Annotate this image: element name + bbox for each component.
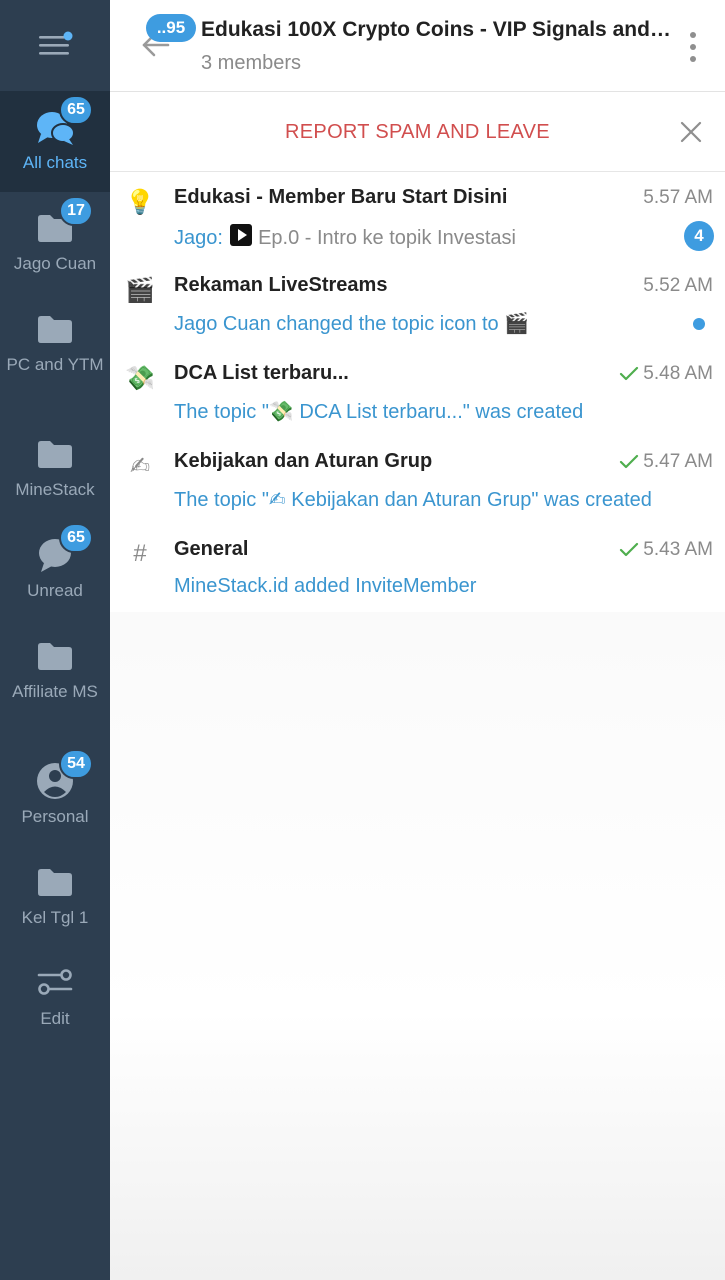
back-unread-badge[interactable]: ..95 bbox=[146, 14, 196, 42]
more-vertical-icon bbox=[690, 32, 696, 38]
folder-all-chats[interactable]: 65 All chats bbox=[0, 91, 110, 192]
topic-name: Kebijakan dan Aturan Grup bbox=[174, 450, 433, 472]
money-wings-icon: 💸 bbox=[125, 364, 155, 392]
topic-unread-badge: 4 bbox=[684, 221, 714, 251]
sliders-icon bbox=[37, 969, 73, 995]
folder-icon bbox=[38, 316, 72, 343]
topic-name: DCA List terbaru... bbox=[174, 362, 349, 384]
message-preview: Ep.0 - Intro ke topik Investasi bbox=[258, 227, 516, 249]
folder-icon bbox=[38, 643, 72, 670]
message-preview: MineStack.id added InviteMember bbox=[174, 575, 477, 597]
message-preview: The topic "✍ Kebijakan dan Aturan Grup" … bbox=[174, 489, 652, 511]
folder-label: MineStack bbox=[15, 480, 95, 499]
folder-label: Affiliate MS bbox=[12, 682, 98, 701]
writing-hand-icon: ✍ bbox=[129, 452, 151, 480]
message-preview: Jago Cuan changed the topic icon to 🎬 bbox=[174, 313, 530, 335]
folder-jago-cuan[interactable]: 17 Jago Cuan bbox=[0, 192, 110, 293]
member-count: 3 members bbox=[201, 52, 302, 74]
folder-label: Unread bbox=[27, 581, 83, 600]
video-play-icon bbox=[229, 224, 252, 246]
lightbulb-icon: 💡 bbox=[125, 188, 155, 216]
topic-time: 5.47 AM bbox=[643, 451, 713, 472]
topic-name: Edukasi - Member Baru Start Disini bbox=[174, 186, 508, 208]
checkmark-icon bbox=[620, 542, 639, 557]
main-menu-button[interactable] bbox=[0, 0, 110, 90]
topic-time: 5.48 AM bbox=[643, 363, 713, 384]
message-preview: The topic "💸 DCA List terbaru..." was cr… bbox=[174, 401, 584, 423]
folder-label: Edit bbox=[40, 1009, 70, 1028]
folder-affiliate-ms[interactable]: Affiliate MS bbox=[0, 620, 110, 721]
unread-badge: 65 bbox=[59, 95, 93, 125]
folder-icon bbox=[38, 441, 72, 468]
topic-time: 5.43 AM bbox=[643, 539, 713, 560]
topic-list: 💡 Edukasi - Member Baru Start Disini 5.5… bbox=[110, 172, 725, 612]
topic-row[interactable]: 💸 DCA List terbaru... 5.48 AM The topic … bbox=[110, 348, 725, 436]
message-sender: Jago: bbox=[174, 227, 223, 249]
unread-badge: 54 bbox=[59, 749, 93, 779]
topic-row[interactable]: 💡 Edukasi - Member Baru Start Disini 5.5… bbox=[110, 172, 725, 260]
chat-header: ..95 Edukasi 100X Crypto Coins - VIP Sig… bbox=[110, 0, 725, 92]
topic-row[interactable]: ✍ Kebijakan dan Aturan Grup 5.47 AM The … bbox=[110, 436, 725, 524]
checkmark-icon bbox=[620, 366, 639, 381]
report-spam-bar: REPORT SPAM AND LEAVE bbox=[110, 92, 725, 172]
topic-name: General bbox=[174, 538, 249, 560]
empty-list-area bbox=[110, 612, 725, 1280]
folder-label: PC and YTM bbox=[6, 355, 104, 374]
folder-pc-and-ytm[interactable]: PC and YTM bbox=[0, 293, 110, 394]
folder-label: Personal bbox=[21, 807, 89, 826]
folder-label: Kel Tgl 1 bbox=[21, 908, 89, 927]
unread-badge: 17 bbox=[59, 196, 93, 226]
report-spam-and-leave-button[interactable]: REPORT SPAM AND LEAVE bbox=[110, 92, 725, 172]
hamburger-menu-icon bbox=[39, 31, 73, 55]
folder-icon bbox=[38, 869, 72, 896]
edit-folders-button[interactable]: Edit bbox=[0, 947, 110, 1048]
clapperboard-icon: 🎬 bbox=[125, 276, 155, 304]
topic-row[interactable]: 🎬 Rekaman LiveStreams 5.52 AM Jago Cuan … bbox=[110, 260, 725, 348]
folder-label: All chats bbox=[22, 153, 88, 172]
folder-personal[interactable]: 54 Personal bbox=[0, 745, 110, 846]
close-icon[interactable] bbox=[679, 120, 703, 144]
checkmark-icon bbox=[620, 454, 639, 469]
unread-dot bbox=[693, 318, 705, 330]
topic-time: 5.57 AM bbox=[643, 187, 713, 208]
more-options-button[interactable] bbox=[683, 32, 703, 62]
folder-minestack[interactable]: MineStack bbox=[0, 418, 110, 519]
folder-unread[interactable]: 65 Unread bbox=[0, 519, 110, 620]
unread-badge: 65 bbox=[59, 523, 93, 553]
chat-title[interactable]: Edukasi 100X Crypto Coins - VIP Signals … bbox=[201, 18, 671, 42]
topic-name: Rekaman LiveStreams bbox=[174, 274, 388, 296]
folders-sidebar: 65 All chats 17 Jago Cuan PC and YTM Min… bbox=[0, 0, 110, 1280]
hashtag-icon: # bbox=[133, 540, 147, 567]
folder-label: Jago Cuan bbox=[13, 254, 97, 273]
topic-row[interactable]: # General 5.43 AM MineStack.id added Inv… bbox=[110, 524, 725, 612]
folder-kel-tgl-1[interactable]: Kel Tgl 1 bbox=[0, 846, 110, 947]
topic-time: 5.52 AM bbox=[643, 275, 713, 296]
